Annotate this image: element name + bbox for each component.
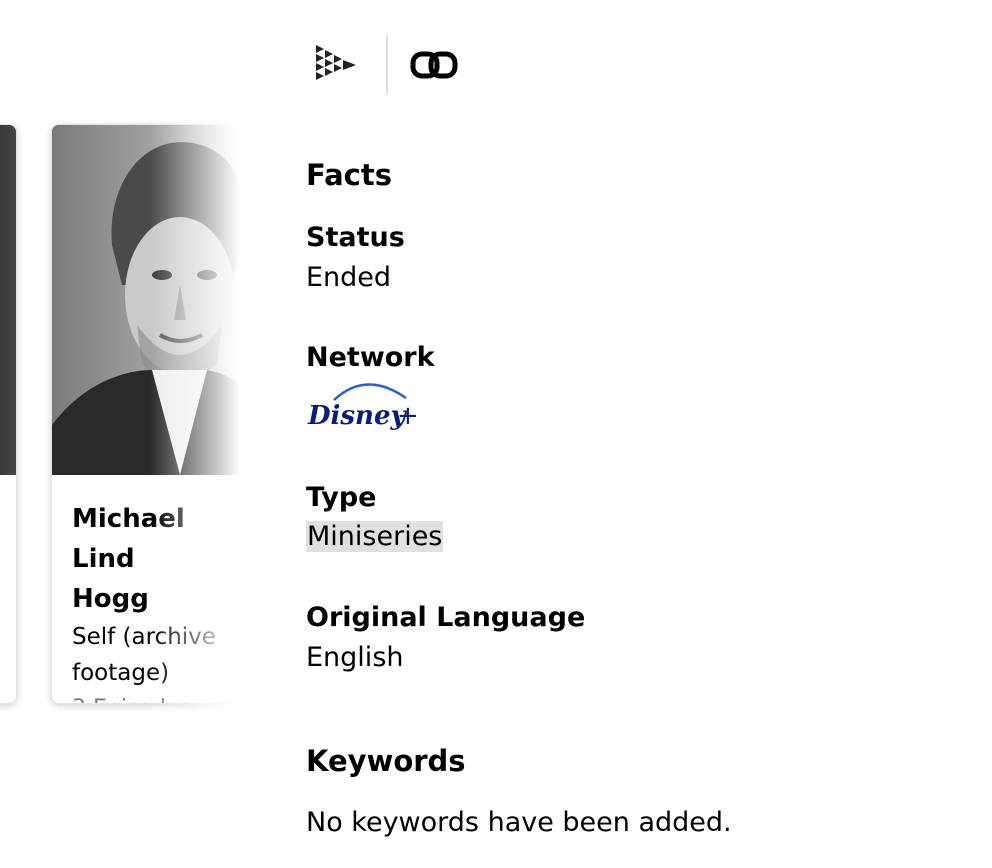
type-value: Miniseries: [306, 521, 444, 552]
justwatch-icon[interactable]: [312, 41, 360, 89]
cast-character-line1: Self (archive: [72, 624, 216, 650]
svg-text:+: +: [397, 401, 418, 431]
cast-episode-count: 3 Episodes: [72, 691, 237, 703]
cast-character: Self (archive footage): [72, 619, 237, 691]
portrait-image: [52, 125, 240, 475]
network-logo[interactable]: Disney +: [306, 376, 419, 442]
type-label: Type: [306, 482, 377, 513]
cast-photo[interactable]: [0, 125, 16, 475]
cast-name-line1: Michael Lind: [72, 504, 185, 574]
keywords-heading: Keywords: [306, 744, 466, 778]
cast-character-line2: footage): [72, 660, 170, 686]
homepage-link-icon[interactable]: [410, 41, 458, 89]
network-label: Network: [306, 342, 435, 373]
social-links: [312, 35, 458, 95]
status-value: Ended: [306, 262, 392, 293]
svg-text:Disney: Disney: [307, 401, 408, 431]
keywords-empty-text: No keywords have been added.: [306, 807, 732, 838]
cast-card-previous[interactable]: [0, 124, 17, 704]
cast-name[interactable]: Michael Lind Hogg: [72, 499, 237, 619]
original-language-value: English: [306, 642, 404, 673]
facts-heading: Facts: [306, 158, 392, 192]
cast-photo[interactable]: [52, 125, 240, 475]
icon-divider: [386, 35, 388, 95]
cast-card[interactable]: Michael Lind Hogg Self (archive footage)…: [51, 124, 240, 704]
original-language-label: Original Language: [306, 602, 586, 633]
cast-scroller[interactable]: Michael Lind Hogg Self (archive footage)…: [0, 0, 240, 868]
status-label: Status: [306, 222, 405, 253]
cast-name-line2: Hogg: [72, 584, 149, 614]
